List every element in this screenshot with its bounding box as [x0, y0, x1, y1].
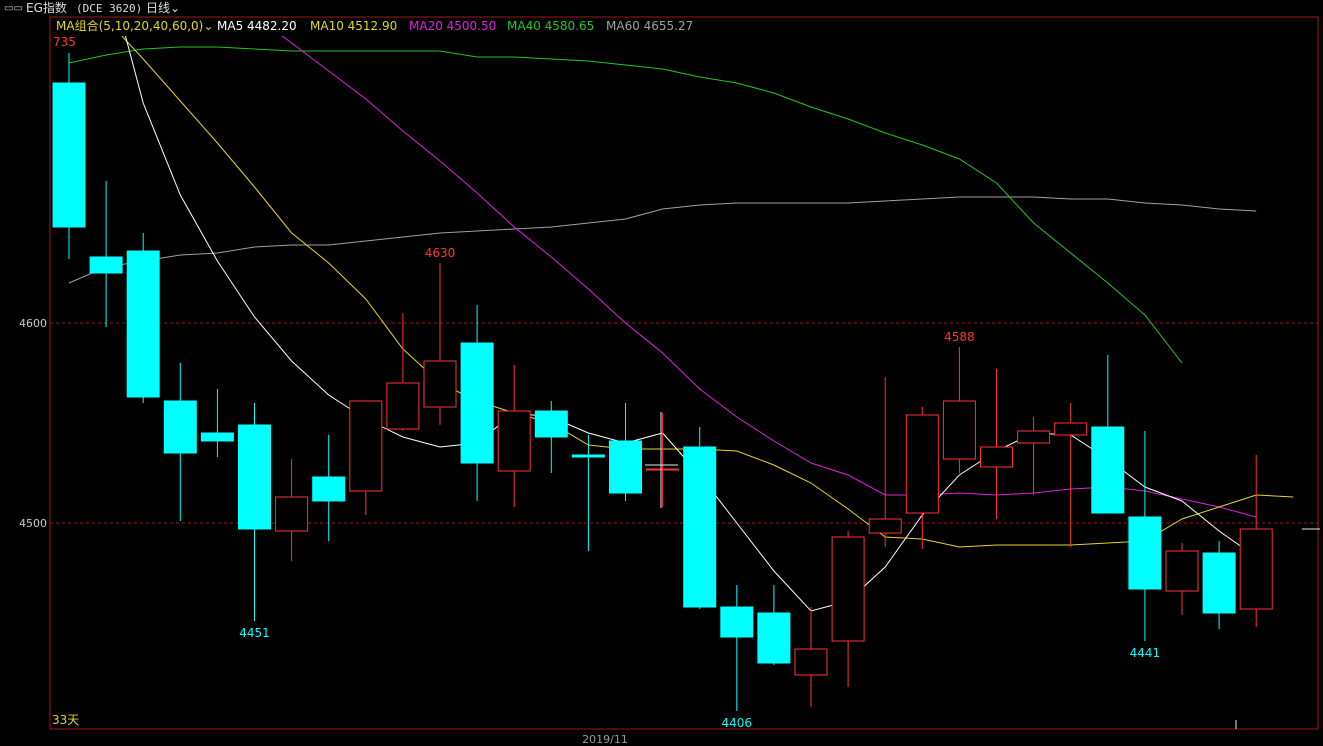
candle-body: [571, 454, 605, 458]
candle: [794, 607, 828, 707]
candle: [460, 305, 494, 501]
plot-frame: [49, 16, 1319, 730]
ma10-legend: MA10 4512.90: [310, 19, 398, 33]
candle: [1128, 431, 1162, 641]
candle: [423, 263, 457, 425]
ma60-line: [68, 196, 1257, 284]
candle-body: [905, 414, 939, 514]
candle-body: [794, 648, 828, 676]
candle: [1091, 355, 1125, 514]
candle-body: [275, 496, 309, 532]
candle-body: [423, 360, 457, 408]
candle: [89, 181, 123, 327]
candle: [1239, 455, 1273, 627]
candle-body: [1054, 422, 1088, 436]
candle: [646, 413, 680, 507]
candle: [497, 365, 531, 507]
candle: [905, 407, 939, 549]
candle: [163, 363, 197, 521]
candle-body: [312, 476, 346, 502]
candle-body: [609, 440, 642, 494]
high-price-label: 735: [53, 35, 76, 49]
candlestick-chart[interactable]: 4500 4600 4630 4451 4406 4588 4441 735 33天 2019/1…: [0, 0, 1323, 746]
candle: [609, 403, 642, 501]
candle-body: [386, 382, 420, 430]
chevron-down-icon: ⌄: [203, 19, 214, 33]
ma-combo-selector[interactable]: MA组合(5,10,20,40,60,0)⌄: [56, 19, 213, 33]
candle-body: [1091, 426, 1125, 514]
candle: [980, 369, 1013, 519]
ma-combo-label: MA组合(5,10,20,40,60,0): [56, 19, 204, 33]
candle-body: [349, 400, 383, 492]
candle-body: [1128, 516, 1162, 590]
ma40-line: [68, 46, 1183, 364]
days-count-label: 33天: [52, 713, 79, 727]
candle-body: [1165, 550, 1199, 592]
candle-body: [646, 468, 680, 471]
candle: [52, 53, 86, 259]
candle-body: [868, 518, 902, 534]
candle-body: [460, 342, 494, 464]
candle: [1165, 543, 1199, 615]
candle: [720, 585, 754, 711]
candle-body: [238, 424, 271, 530]
candle: [1054, 403, 1088, 547]
candle-body: [534, 410, 568, 438]
high-price-label: 4588: [944, 330, 975, 344]
candle: [126, 233, 160, 403]
candle-body: [980, 446, 1013, 468]
low-price-label: 4406: [722, 716, 753, 730]
candle-body: [683, 446, 717, 608]
candle: [571, 435, 605, 551]
candle: [1017, 417, 1051, 495]
candle: [942, 347, 976, 473]
candle-body: [942, 400, 976, 460]
candle-body: [1202, 552, 1236, 614]
candle-body: [757, 612, 791, 664]
ma40-legend: MA40 4580.65: [507, 19, 595, 33]
candle: [534, 401, 568, 473]
candle: [831, 531, 865, 687]
candle-body: [89, 256, 123, 274]
low-price-label: 4451: [239, 626, 270, 640]
low-price-label: 4441: [1130, 646, 1161, 660]
ma60-legend: MA60 4655.27: [606, 19, 694, 33]
candle-body: [831, 536, 865, 642]
candle: [683, 427, 717, 609]
candle-body: [52, 82, 86, 228]
high-price-label: 4630: [425, 246, 456, 260]
candle: [349, 400, 383, 515]
candle-body: [126, 250, 160, 398]
y-tick-label: 4500: [19, 517, 47, 530]
candle: [238, 403, 271, 621]
candle-body: [163, 400, 197, 454]
candle: [386, 313, 420, 431]
candles-group: [52, 53, 1273, 711]
y-tick-label: 4600: [19, 317, 47, 330]
candle: [275, 459, 309, 561]
candle: [757, 585, 791, 665]
ma20-legend: MA20 4500.50: [409, 19, 497, 33]
candle-body: [1017, 430, 1051, 444]
candle: [200, 389, 234, 457]
x-axis-date-label: 2019/11: [582, 733, 628, 746]
candle: [312, 435, 346, 541]
candle-body: [497, 410, 531, 472]
candle-body: [720, 606, 754, 638]
candle-body: [1239, 528, 1273, 610]
candle: [1202, 541, 1236, 629]
candle-body: [200, 432, 234, 442]
candle: [868, 377, 902, 547]
ma5-legend: MA5 4482.20: [217, 19, 297, 33]
